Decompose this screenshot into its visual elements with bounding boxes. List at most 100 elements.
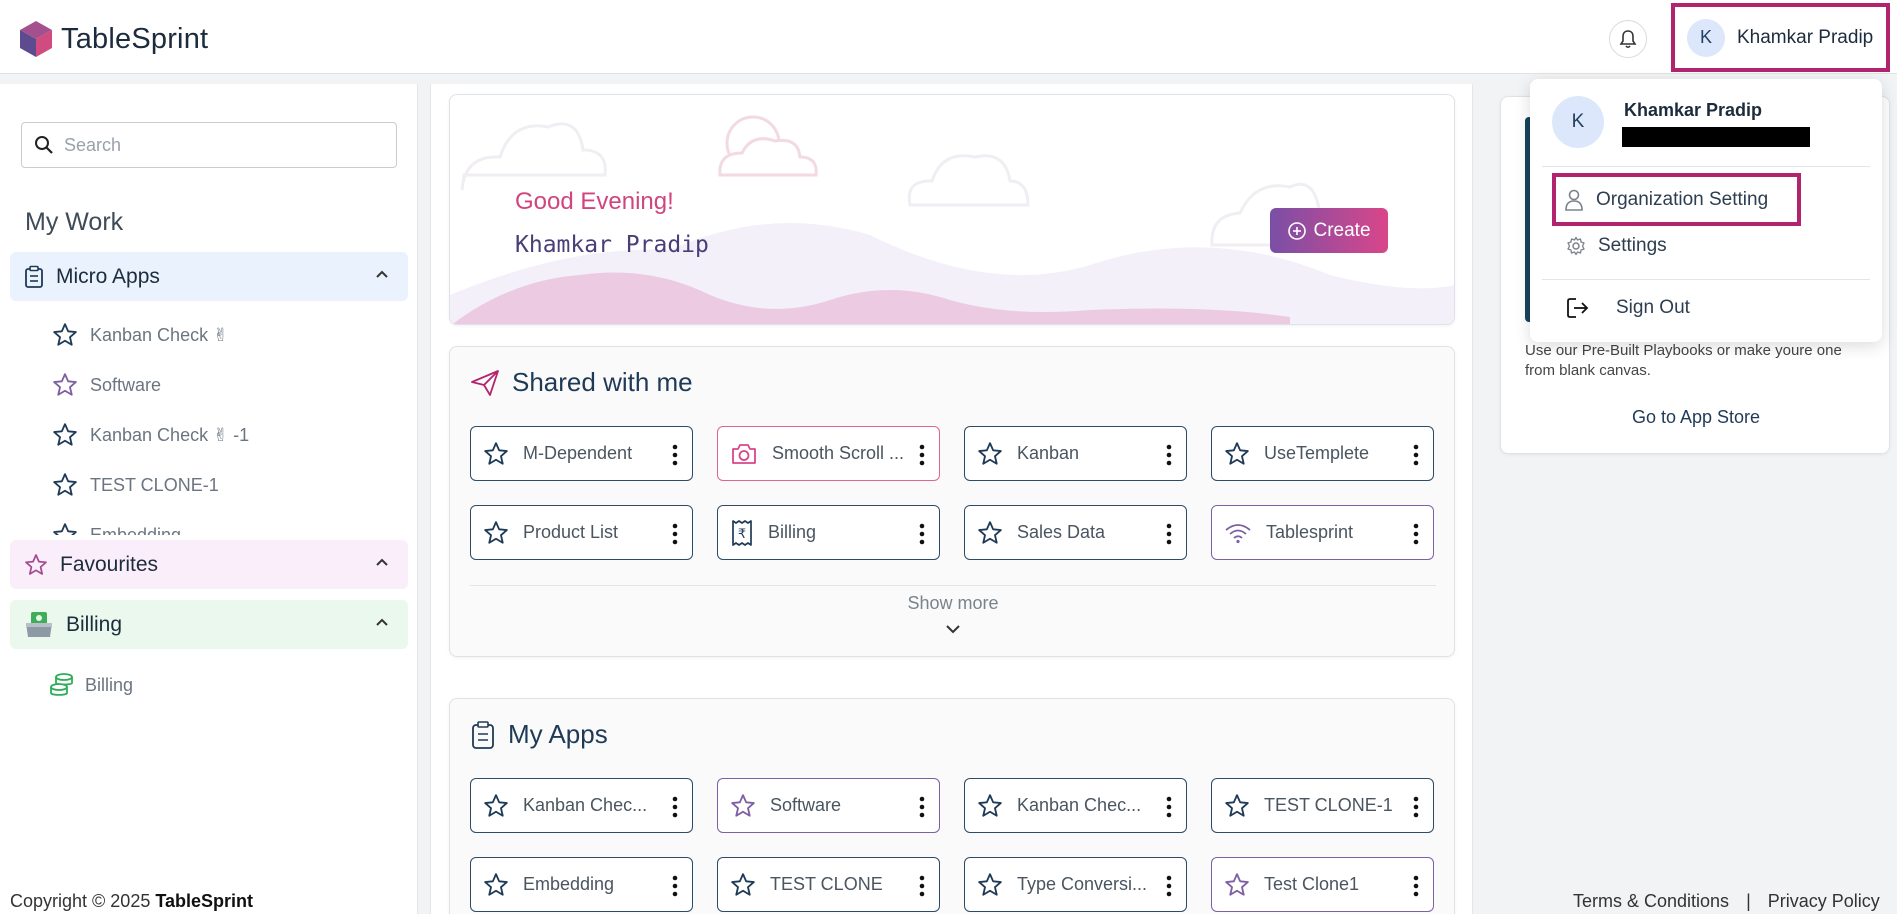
tile-label: Smooth Scroll ... xyxy=(772,443,905,463)
greeting-banner: Good Evening! Khamkar Pradip Create xyxy=(449,94,1455,325)
my-apps-card: My Apps Kanban Chec... Software Kanban C… xyxy=(449,698,1455,914)
more-options-icon[interactable] xyxy=(1166,875,1172,897)
tile-label: Sales Data xyxy=(1017,522,1106,542)
tile-label: Billing xyxy=(768,522,817,542)
more-options-icon[interactable] xyxy=(1413,796,1419,818)
star-icon xyxy=(25,553,47,575)
footer-separator: | xyxy=(1746,891,1751,911)
menu-item-label: Organization Setting xyxy=(1596,188,1769,210)
more-options-icon[interactable] xyxy=(672,875,678,897)
app-tile[interactable]: Software xyxy=(717,778,940,833)
settings-menu-item[interactable]: Settings xyxy=(1566,235,1667,257)
app-tile[interactable]: Kanban Chec... xyxy=(964,778,1187,833)
more-options-icon[interactable] xyxy=(672,796,678,818)
chevron-up-icon[interactable] xyxy=(374,614,390,630)
star-icon xyxy=(731,793,755,817)
more-options-icon[interactable] xyxy=(672,523,678,545)
wifi-icon xyxy=(1225,523,1251,543)
terms-link[interactable]: Terms & Conditions xyxy=(1573,891,1729,911)
privacy-link[interactable]: Privacy Policy xyxy=(1768,891,1880,911)
sidebar-search[interactable] xyxy=(21,122,397,168)
app-tile[interactable]: Test Clone1 xyxy=(1211,857,1434,912)
show-more-link[interactable]: Show more xyxy=(450,593,1456,614)
notifications-button[interactable] xyxy=(1609,20,1647,58)
app-tile[interactable]: Type Conversi... xyxy=(964,857,1187,912)
more-options-icon[interactable] xyxy=(672,444,678,466)
tile-label: UseTemplete xyxy=(1264,443,1370,463)
sign-out-menu-item[interactable]: Sign Out xyxy=(1566,297,1690,319)
app-logo[interactable]: TableSprint xyxy=(19,20,208,58)
star-icon xyxy=(53,523,77,535)
app-tile[interactable]: Tablesprint xyxy=(1211,505,1434,560)
tile-label: Kanban xyxy=(1017,443,1080,463)
clipboard-icon xyxy=(25,265,43,288)
plus-circle-icon xyxy=(1288,221,1307,240)
search-icon xyxy=(35,136,53,154)
app-tile[interactable]: Sales Data xyxy=(964,505,1187,560)
app-tile[interactable]: TEST CLONE-1 xyxy=(1211,778,1434,833)
more-options-icon[interactable] xyxy=(1413,444,1419,466)
create-button[interactable]: Create xyxy=(1270,208,1388,253)
card-title-text: My Apps xyxy=(508,719,608,749)
list-item-label: Kanban Check ✌ xyxy=(90,324,229,345)
user-menu-button[interactable]: K Khamkar Pradip xyxy=(1671,3,1890,72)
more-options-icon[interactable] xyxy=(919,523,925,545)
sign-out-icon xyxy=(1567,298,1589,318)
list-item[interactable]: Embedding xyxy=(52,522,181,535)
shared-with-me-card: Shared with me M-Dependent Smooth Scroll… xyxy=(449,346,1455,657)
app-tile[interactable]: Smooth Scroll ... xyxy=(717,426,940,481)
card-title: My Apps xyxy=(470,719,608,750)
left-sidebar: My Work Micro Apps Kanban Check ✌ Softwa… xyxy=(0,84,418,914)
star-icon xyxy=(1225,793,1249,817)
star-icon xyxy=(484,520,508,544)
section-title-my-work: My Work xyxy=(25,208,124,236)
app-tile[interactable]: UseTemplete xyxy=(1211,426,1434,481)
app-tile[interactable]: TEST CLONE xyxy=(717,857,940,912)
tile-label: Kanban Chec... xyxy=(523,795,648,815)
organization-setting-menu-item[interactable]: Organization Setting xyxy=(1552,173,1801,226)
app-tile[interactable]: Kanban xyxy=(964,426,1187,481)
list-item-label: Software xyxy=(90,374,162,395)
more-options-icon[interactable] xyxy=(1166,796,1172,818)
app-tile[interactable]: Product List xyxy=(470,505,693,560)
tile-label: Tablesprint xyxy=(1266,522,1354,542)
clipboard-icon xyxy=(472,720,494,749)
search-input[interactable] xyxy=(64,134,364,156)
list-item-label: Kanban Check ✌ -1 xyxy=(90,424,250,445)
list-item[interactable]: Billing xyxy=(49,672,133,698)
user-menu-dropdown: K Khamkar Pradip Organization Setting Se… xyxy=(1530,79,1882,342)
group-micro-apps[interactable]: Micro Apps xyxy=(10,252,408,301)
chevron-up-icon[interactable] xyxy=(374,554,390,570)
more-options-icon[interactable] xyxy=(919,444,925,466)
group-billing[interactable]: Billing xyxy=(10,600,408,649)
chevron-up-icon[interactable] xyxy=(374,266,390,282)
tile-label: Kanban Chec... xyxy=(1017,795,1142,815)
tile-label: Type Conversi... xyxy=(1017,874,1148,894)
footer-links: Terms & Conditions | Privacy Policy xyxy=(1573,891,1880,912)
tile-label: TEST CLONE xyxy=(770,874,883,894)
app-tile[interactable]: M-Dependent xyxy=(470,426,693,481)
tile-label: M-Dependent xyxy=(523,443,633,463)
list-item[interactable]: Software xyxy=(52,372,161,398)
list-item[interactable]: Kanban Check ✌ -1 xyxy=(52,422,249,448)
list-item[interactable]: TEST CLONE-1 xyxy=(52,472,219,498)
menu-item-label: Settings xyxy=(1598,235,1667,256)
star-icon xyxy=(53,473,77,496)
more-options-icon[interactable] xyxy=(1166,444,1172,466)
more-options-icon[interactable] xyxy=(919,875,925,897)
star-icon xyxy=(978,441,1002,465)
go-to-app-store-link[interactable]: Go to App Store xyxy=(1501,407,1891,428)
list-item[interactable]: Kanban Check ✌ xyxy=(52,322,228,348)
chevron-down-icon[interactable] xyxy=(943,621,963,637)
group-favourites[interactable]: Favourites xyxy=(10,540,408,589)
star-icon xyxy=(53,373,77,396)
app-tile[interactable]: Embedding xyxy=(470,857,693,912)
bell-icon xyxy=(1619,30,1637,49)
more-options-icon[interactable] xyxy=(1166,523,1172,545)
footer-copyright: Copyright © 2025 TableSprint xyxy=(10,891,253,912)
more-options-icon[interactable] xyxy=(919,796,925,818)
app-tile[interactable]: Kanban Chec... xyxy=(470,778,693,833)
app-tile[interactable]: ₹ Billing xyxy=(717,505,940,560)
more-options-icon[interactable] xyxy=(1413,523,1419,545)
more-options-icon[interactable] xyxy=(1413,875,1419,897)
